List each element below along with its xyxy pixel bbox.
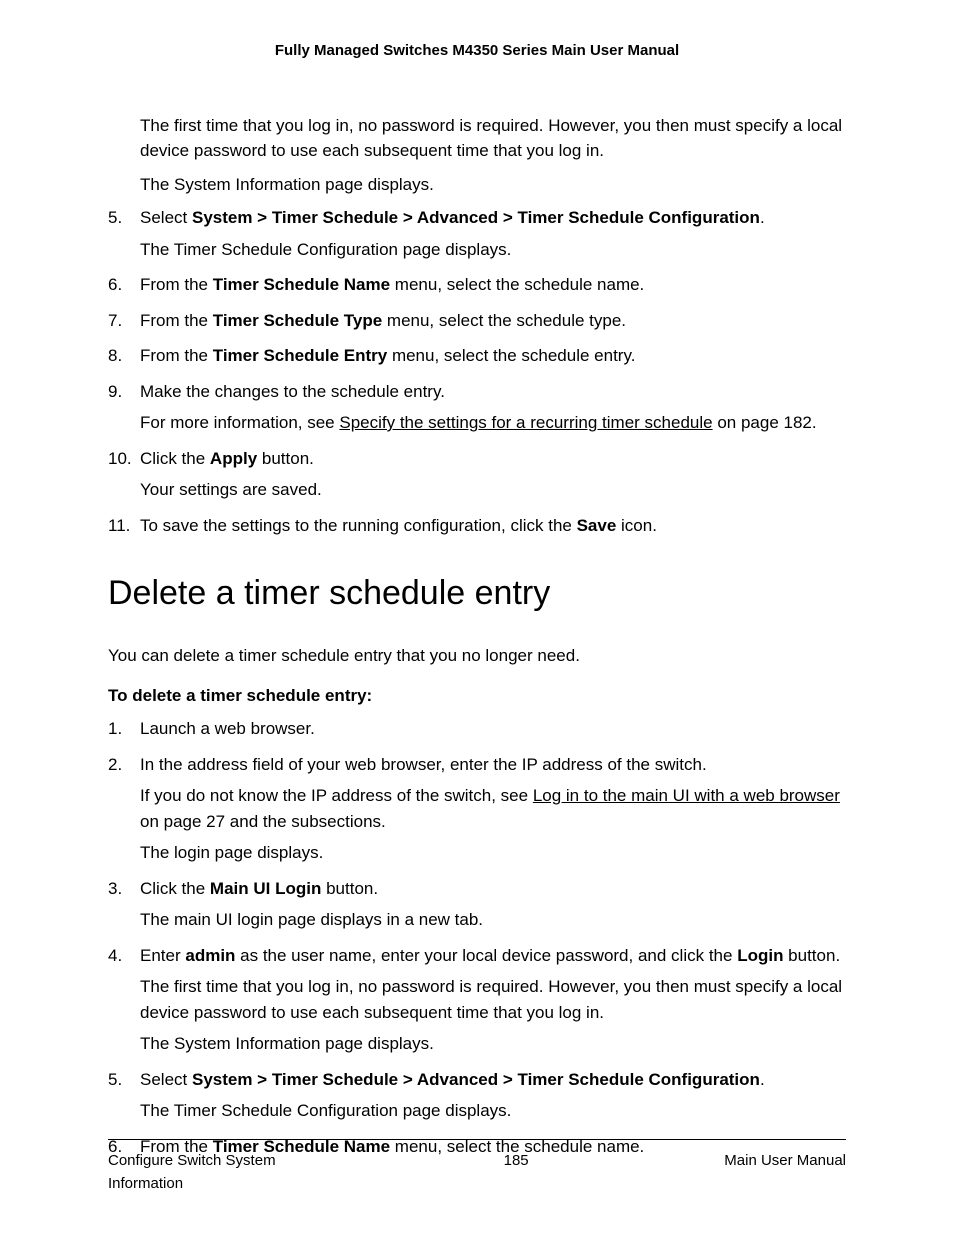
step-number: 9. [108, 379, 122, 405]
step-number: 10. [108, 446, 132, 472]
step-item: 9. Make the changes to the schedule entr… [108, 379, 846, 436]
step-sub: For more information, see Specify the se… [140, 410, 846, 436]
step-text: In the address field of your web browser… [140, 755, 707, 774]
step-number: 1. [108, 716, 122, 742]
step-sub: The login page displays. [140, 840, 846, 866]
section-heading: Delete a timer schedule entry [108, 568, 846, 619]
step-number: 3. [108, 876, 122, 902]
footer-page-number: 185 [504, 1150, 529, 1195]
step-text: Select System > Timer Schedule > Advance… [140, 1070, 765, 1089]
step-sub: The Timer Schedule Configuration page di… [140, 237, 846, 263]
step-number: 7. [108, 308, 122, 334]
step-sub: The Timer Schedule Configuration page di… [140, 1098, 846, 1124]
step-number: 4. [108, 943, 122, 969]
step-text: From the Timer Schedule Entry menu, sele… [140, 346, 635, 365]
section-intro: You can delete a timer schedule entry th… [108, 643, 846, 669]
step-item: 5. Select System > Timer Schedule > Adva… [108, 1067, 846, 1124]
step-text: Click the Main UI Login button. [140, 879, 378, 898]
step-sub: If you do not know the IP address of the… [140, 783, 846, 834]
step-text: From the Timer Schedule Name menu, selec… [140, 275, 644, 294]
step-number: 6. [108, 272, 122, 298]
step-text: From the Timer Schedule Type menu, selec… [140, 311, 626, 330]
step-number: 5. [108, 1067, 122, 1093]
step-sub: The main UI login page displays in a new… [140, 907, 846, 933]
body-paragraph: The first time that you log in, no passw… [140, 113, 846, 164]
step-item: 3. Click the Main UI Login button. The m… [108, 876, 846, 933]
step-item: 1. Launch a web browser. [108, 716, 846, 742]
cross-reference-link[interactable]: Specify the settings for a recurring tim… [339, 413, 712, 432]
step-item: 10. Click the Apply button. Your setting… [108, 446, 846, 503]
step-text: Select System > Timer Schedule > Advance… [140, 208, 765, 227]
step-item: 8. From the Timer Schedule Entry menu, s… [108, 343, 846, 369]
step-item: 6. From the Timer Schedule Name menu, se… [108, 272, 846, 298]
procedure-title: To delete a timer schedule entry: [108, 683, 846, 709]
footer-left: Configure Switch System Information [108, 1150, 308, 1195]
step-item: 2. In the address field of your web brow… [108, 752, 846, 866]
step-text: Launch a web browser. [140, 719, 315, 738]
step-item: 5. Select System > Timer Schedule > Adva… [108, 205, 846, 262]
footer-right: Main User Manual [724, 1150, 846, 1195]
step-number: 5. [108, 205, 122, 231]
step-sub: The System Information page displays. [140, 1031, 846, 1057]
step-text: Enter admin as the user name, enter your… [140, 946, 840, 965]
step-item: 11. To save the settings to the running … [108, 513, 846, 539]
step-item: 7. From the Timer Schedule Type menu, se… [108, 308, 846, 334]
step-text: Make the changes to the schedule entry. [140, 382, 445, 401]
cross-reference-link[interactable]: Log in to the main UI with a web browser [533, 786, 840, 805]
page-footer: Configure Switch System Information 185 … [108, 1139, 846, 1195]
step-sub: The first time that you log in, no passw… [140, 974, 846, 1025]
page-header: Fully Managed Switches M4350 Series Main… [108, 40, 846, 63]
step-number: 8. [108, 343, 122, 369]
step-sub: Your settings are saved. [140, 477, 846, 503]
step-number: 2. [108, 752, 122, 778]
step-text: To save the settings to the running conf… [140, 516, 657, 535]
step-item: 4. Enter admin as the user name, enter y… [108, 943, 846, 1057]
body-paragraph: The System Information page displays. [140, 172, 846, 198]
step-number: 11. [108, 513, 130, 539]
step-text: Click the Apply button. [140, 449, 314, 468]
